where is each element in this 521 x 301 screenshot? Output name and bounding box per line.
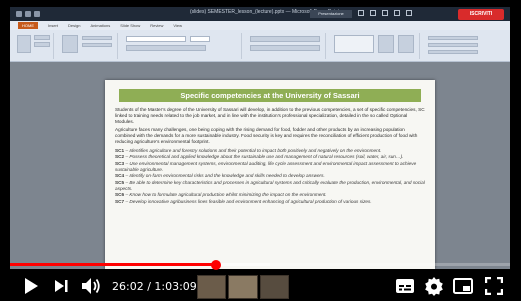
window-icons [358, 10, 412, 16]
scrubber-handle[interactable] [211, 259, 221, 270]
find-icon [428, 36, 478, 40]
layout-icon [82, 36, 112, 40]
progress-played [10, 263, 216, 266]
competency-text: – Develop innovative agribusiness lines … [125, 198, 372, 204]
competency-text: – Know how to formulate agricultural pro… [125, 192, 327, 198]
select-icon [428, 50, 478, 54]
new-slide-icon [62, 35, 78, 53]
undo-icon [25, 11, 31, 17]
settings-button[interactable] [423, 275, 445, 297]
font-size-field [190, 36, 210, 42]
font-name-field [126, 36, 186, 42]
slides-group [58, 33, 118, 59]
competency-code: SC4 [115, 173, 125, 179]
replace-icon [428, 43, 478, 47]
competency-code: SC2 [115, 154, 125, 160]
ribbon-tab-design: Design [68, 23, 81, 28]
competency-code: SC1 [115, 147, 125, 153]
restore-icon [370, 10, 376, 16]
progress-bar[interactable] [10, 259, 510, 270]
competency-item: SC6 – Know how to formulate agricultural… [115, 192, 425, 198]
video-player[interactable]: (slides) SEMESTER_lesson_(lecture).pptx … [0, 0, 521, 301]
competency-code: SC3 [115, 160, 125, 166]
time-display: 26:02 / 1:03:09 [112, 280, 197, 293]
paste-icon [17, 35, 31, 53]
competency-code: SC6 [115, 192, 125, 198]
next-icon [55, 280, 68, 292]
fullscreen-icon [485, 277, 503, 295]
drawing-group [330, 33, 420, 59]
ribbon [10, 30, 510, 62]
ribbon-tabs: HOME Insert Design Animations Slide Show… [10, 21, 510, 30]
fullscreen-button[interactable] [483, 275, 505, 297]
redo-icon [34, 11, 40, 17]
play-icon [25, 278, 38, 294]
competency-text: – Possess theoretical and applied knowle… [125, 154, 404, 160]
save-icon [16, 11, 22, 17]
shapes-gallery [334, 35, 374, 53]
competency-text: – Identify on-farm environmental risks a… [125, 173, 325, 179]
reset-icon [82, 43, 112, 47]
player-controls: 26:02 / 1:03:09 [0, 270, 521, 301]
ribbon-tab-review: Review [150, 23, 164, 28]
subtitles-button[interactable] [394, 275, 416, 297]
font-format-icons [126, 45, 206, 51]
ribbon-tab-insert: Insert [48, 23, 59, 28]
minimize-icon [358, 10, 364, 16]
slide-workspace: Specific competencies at the University … [10, 62, 510, 269]
volume-icon [82, 278, 100, 294]
next-button[interactable] [50, 275, 72, 297]
gear-icon [425, 277, 443, 296]
ribbon-tab-slideshow: Slide Show [120, 23, 141, 28]
play-button[interactable] [20, 275, 42, 297]
miniplayer-button[interactable] [452, 275, 474, 297]
slide-title: Specific competencies at the University … [119, 89, 421, 102]
presenter-view-button: Presentazione [310, 10, 352, 18]
slide: Specific competencies at the University … [105, 80, 435, 269]
quick-access-toolbar [16, 11, 40, 17]
miniplayer-icon [453, 278, 473, 294]
competency-item: SC4 – Identify on-farm environmental ris… [115, 173, 425, 179]
competency-code: SC7 [115, 198, 125, 204]
competency-item: SC7 – Develop innovative agribusiness li… [115, 199, 425, 205]
paragraph-group [246, 33, 326, 59]
competency-item: SC5 – Be able to determine key character… [115, 180, 425, 192]
clipboard-group [14, 33, 54, 59]
powerpoint-titlebar: (slides) SEMESTER_lesson_(lecture).pptx … [10, 7, 510, 21]
slide-paragraph-1: Students of the Master’s degree of the U… [115, 107, 425, 124]
list-icons [250, 36, 320, 42]
arrange-icon [378, 35, 394, 53]
copy-icon [34, 42, 50, 47]
cut-icon [34, 35, 50, 40]
ribbon-tab-home: HOME [18, 22, 38, 29]
align-icons [250, 45, 320, 51]
competency-item: SC2 – Possess theoretical and applied kn… [115, 154, 425, 160]
video-frame[interactable]: (slides) SEMESTER_lesson_(lecture).pptx … [10, 7, 510, 269]
competency-code: SC5 [115, 179, 125, 185]
close-icon [406, 10, 412, 16]
competency-text: – Be able to determine key characteristi… [115, 179, 425, 191]
competency-item: SC1 – Identifies agriculture and forestr… [115, 148, 425, 154]
slide-body: Students of the Master’s degree of the U… [115, 107, 425, 206]
quick-styles-icon [398, 35, 414, 53]
font-group [122, 33, 242, 59]
ribbon-tab-view: View [173, 23, 183, 28]
competency-text: – Use environmental management systems, … [115, 160, 417, 172]
volume-button[interactable] [80, 275, 102, 297]
ribbon-tab-animations: Animations [90, 23, 111, 28]
slide-paragraph-2: Agriculture faces many challenges, one b… [115, 127, 418, 144]
subscribe-button[interactable]: ISCRIVITI [458, 9, 504, 20]
settings-icon [394, 10, 400, 16]
competency-text: – Identifies agriculture and forestry so… [125, 147, 382, 153]
editing-group [424, 33, 504, 59]
subtitles-icon [396, 279, 414, 293]
competency-item: SC3 – Use environmental management syste… [115, 161, 425, 173]
help-icon [382, 10, 388, 16]
